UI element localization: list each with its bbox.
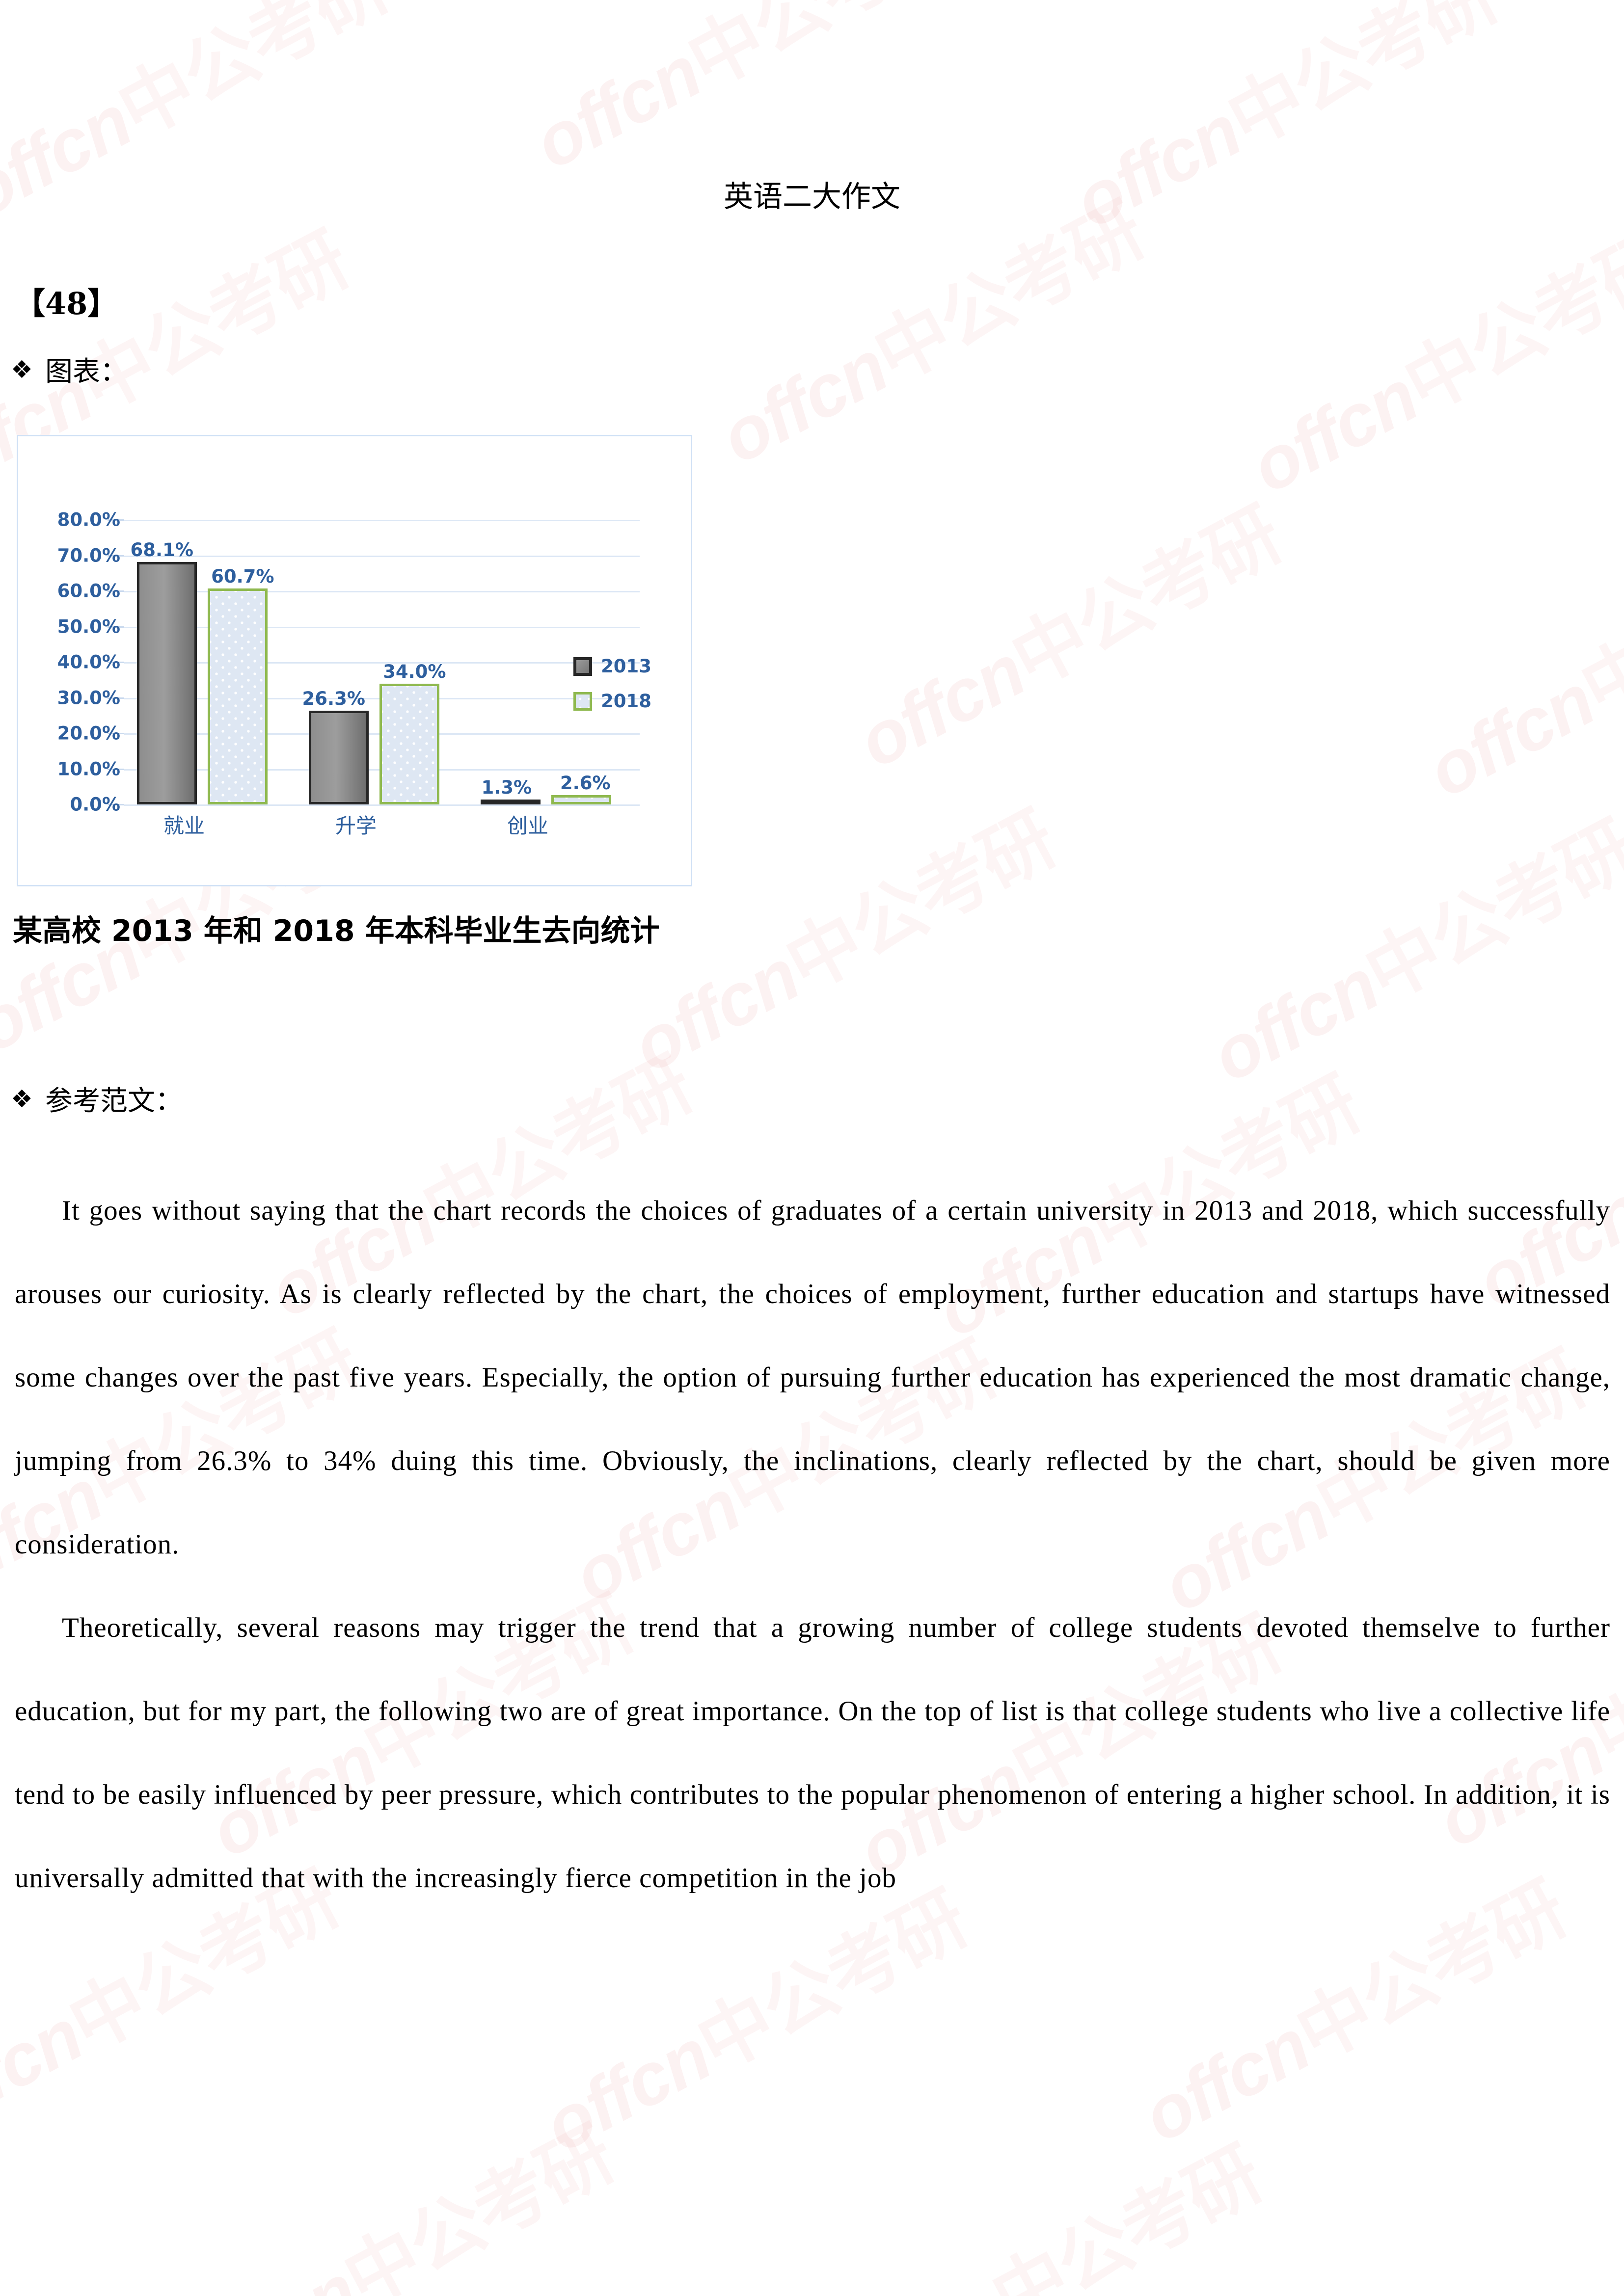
y-axis-tick-label: 10.0% [57, 758, 120, 779]
legend-label: 2013 [601, 656, 651, 677]
page-title: 英语二大作文 [724, 180, 900, 214]
bar-2013: 26.3% [302, 688, 369, 804]
section-heading-essay-label: 参考范文： [45, 1085, 183, 1117]
legend-item: 2013 [573, 656, 651, 677]
chart-plot-area: 80.0% 70.0% 60.0% 50.0% 40.0% 30.0% 20.0… [57, 509, 640, 815]
y-axis-tick-label: 20.0% [57, 722, 120, 744]
diamond-bullet-icon: ❖ [11, 355, 33, 384]
x-axis-tick-label: 升学 [335, 814, 377, 838]
essay-body: It goes without saying that the chart re… [15, 1169, 1610, 1920]
bar-2018: 60.7% [208, 566, 274, 804]
bar-value-label: 2.6% [560, 773, 611, 794]
y-axis-tick-label: 60.0% [57, 580, 120, 602]
document-page: 英语二大作文 【48】 ❖ 图表： 80.0% 70.0% 60.0% 50.0… [0, 0, 1624, 2296]
bar-value-label: 26.3% [302, 688, 365, 710]
diamond-bullet-icon: ❖ [11, 1084, 33, 1113]
y-axis-tick-label: 30.0% [57, 687, 120, 708]
legend-label: 2018 [601, 691, 651, 712]
legend-swatch-2013-icon [573, 657, 592, 676]
y-axis-tick-label: 40.0% [57, 651, 120, 673]
y-axis-tick-label: 50.0% [57, 616, 120, 637]
bar-2013: 1.3% [481, 777, 541, 804]
x-axis-tick-label: 就业 [163, 814, 205, 838]
bar-value-label: 34.0% [383, 661, 446, 682]
essay-paragraph: Theoretically, several reasons may trigg… [15, 1612, 1610, 1894]
y-axis-tick-label: 80.0% [57, 509, 120, 531]
bar-2018: 34.0% [379, 661, 446, 804]
section-heading-essay: ❖ 参考范文： [11, 1079, 183, 1119]
chart-legend: 2013 2018 [573, 656, 651, 725]
section-heading-chart-label: 图表： [45, 356, 128, 388]
y-axis-tick-label: 0.0% [70, 794, 120, 815]
bar-2018: 2.6% [551, 773, 611, 804]
essay-paragraph: It goes without saying that the chart re… [15, 1195, 1610, 1560]
chart-caption: 某高校 2013 年和 2018 年本科毕业生去向统计 [13, 914, 660, 948]
bar-value-label: 68.1% [130, 539, 193, 561]
bar-2013: 68.1% [131, 539, 197, 804]
legend-item: 2018 [573, 691, 651, 712]
bar-groups: 68.1% 60.7% 26.3% 34.0% 1.3% 2.6% [124, 520, 640, 804]
section-heading-chart: ❖ 图表： [11, 349, 128, 389]
bar-value-label: 60.7% [211, 565, 274, 587]
bar-group: 68.1% 60.7% [124, 520, 296, 804]
item-number-tag: 【48】 [15, 286, 118, 321]
y-axis-tick-label: 70.0% [57, 545, 120, 566]
legend-swatch-2018-icon [573, 692, 592, 711]
bar-group: 26.3% 34.0% [296, 520, 468, 804]
axis-baseline: 0.0% [70, 794, 640, 815]
bar-value-label: 1.3% [481, 777, 532, 798]
x-axis-tick-label: 创业 [507, 814, 549, 838]
x-axis-labels: 就业 升学 创业 [124, 809, 640, 839]
